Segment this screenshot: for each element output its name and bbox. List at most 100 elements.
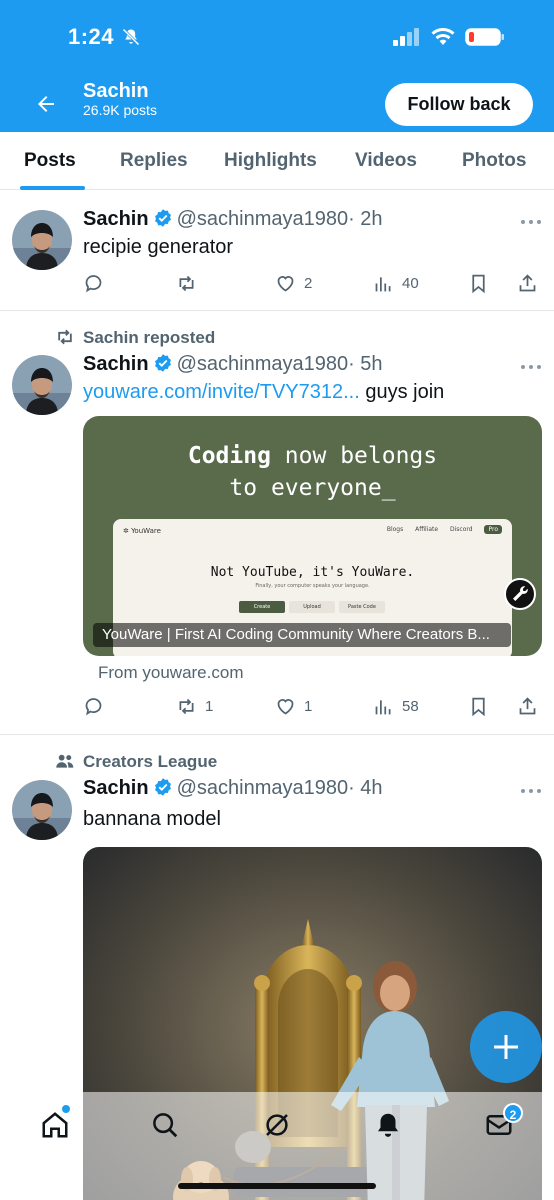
site-upload-button: Upload: [289, 601, 335, 613]
author-handle: @sachinmaya1980: [176, 777, 349, 799]
posts-count: 26.9K posts: [83, 102, 157, 118]
author-name[interactable]: Sachin: [83, 208, 149, 230]
compose-button[interactable]: [470, 1011, 542, 1083]
tab-replies[interactable]: Replies: [120, 150, 188, 172]
card-headline-rest: now belongs: [270, 443, 438, 469]
more-options-icon[interactable]: [520, 787, 542, 795]
repost-count: 1: [205, 697, 214, 715]
repost-button[interactable]: 1: [176, 693, 213, 719]
post-time: · 4h: [348, 777, 383, 799]
like-count: 1: [304, 697, 313, 715]
like-count: 2: [304, 274, 313, 292]
author-handle: @sachinmaya1980: [176, 208, 349, 230]
views-count: 58: [402, 697, 419, 715]
follow-back-button[interactable]: Follow back: [385, 83, 533, 126]
author-handle: @sachinmaya1980: [176, 353, 349, 375]
repost-icon: [58, 329, 72, 345]
reply-button[interactable]: [83, 693, 112, 719]
site-create-button: Create: [239, 601, 285, 613]
home-icon[interactable]: [40, 1110, 70, 1140]
repost-icon: [179, 698, 194, 714]
heart-icon: [277, 698, 294, 715]
post-text-suffix: guys join: [359, 381, 445, 403]
post[interactable]: Sachin @sachinmaya1980· 2h recipie genera…: [0, 190, 554, 311]
card-headline-bold: Coding: [187, 443, 271, 469]
site-subtitle: Finally, your computer speaks your langu…: [255, 583, 370, 589]
invite-link[interactable]: youware.com/invite/TVY7312...: [83, 381, 360, 403]
profile-header: 1:24 Sachin 26.9K posts Follow back: [0, 0, 554, 132]
battery-icon: [465, 28, 504, 46]
messages-badge: 2: [503, 1103, 523, 1123]
search-icon[interactable]: [150, 1110, 180, 1140]
site-nav: Blogs Affiliate Discord Pro: [387, 525, 502, 534]
share-icon: [519, 696, 536, 714]
views-button[interactable]: 58: [373, 693, 419, 719]
post-header: Sachin @sachinmaya1980· 4h: [83, 777, 383, 800]
reply-icon: [85, 697, 102, 715]
post-header: Sachin @sachinmaya1980· 5h: [83, 353, 383, 376]
verified-badge-icon: [154, 778, 171, 796]
post-time: · 5h: [348, 353, 383, 375]
link-domain: From youware.com: [98, 663, 244, 682]
repost-context: Sachin reposted: [55, 327, 215, 348]
like-button[interactable]: 2: [275, 270, 312, 296]
tool-icon: [504, 578, 536, 610]
reply-icon: [85, 274, 102, 292]
views-button[interactable]: 40: [373, 270, 419, 296]
like-button[interactable]: 1: [275, 693, 312, 719]
link-preview-card[interactable]: Coding now belongs to everyone_ ✲ YouWar…: [83, 416, 542, 656]
plus-icon: [494, 1035, 518, 1059]
grok-icon[interactable]: [262, 1110, 292, 1140]
more-options-icon[interactable]: [520, 218, 542, 226]
share-icon: [519, 273, 536, 291]
status-time: 1:24: [68, 24, 115, 49]
pro-badge: Pro: [484, 525, 502, 534]
post-actions: 2 40: [83, 270, 543, 296]
bookmark-button[interactable]: [468, 693, 489, 719]
profile-name: Sachin: [83, 80, 149, 102]
post-time: · 2h: [348, 208, 383, 230]
tab-highlights[interactable]: Highlights: [224, 150, 317, 172]
bookmark-icon: [472, 697, 485, 716]
author-name[interactable]: Sachin: [83, 777, 149, 799]
bookmark-button[interactable]: [468, 270, 489, 296]
avatar[interactable]: [12, 780, 72, 840]
avatar[interactable]: [12, 355, 72, 415]
heart-icon: [277, 275, 294, 292]
views-icon: [375, 276, 391, 291]
bookmark-icon: [472, 274, 485, 293]
repost-button[interactable]: [176, 270, 205, 296]
repost-context-label: Sachin reposted: [83, 328, 216, 347]
tab-posts[interactable]: Posts: [24, 150, 76, 172]
author-name[interactable]: Sachin: [83, 353, 149, 375]
post-text: recipie generator: [83, 236, 234, 258]
post-actions: 1 1 58: [83, 693, 543, 719]
profile-tabs: Posts Replies Highlights Videos Photos: [0, 132, 554, 190]
repost-icon: [179, 275, 194, 291]
tab-photos[interactable]: Photos: [462, 150, 526, 172]
site-title: Not YouTube, it's YouWare.: [210, 565, 415, 580]
post-text: youware.com/invite/TVY7312... guys join: [83, 381, 444, 404]
notifications-icon[interactable]: [373, 1110, 403, 1140]
post-header: Sachin @sachinmaya1980· 2h: [83, 208, 383, 231]
youware-logo: ✲ YouWare: [123, 527, 161, 535]
community-name[interactable]: Creators League: [83, 752, 217, 771]
community-icon: [56, 754, 74, 768]
bell-muted-icon: [122, 28, 140, 46]
reply-button[interactable]: [83, 270, 112, 296]
share-button[interactable]: [517, 693, 538, 719]
share-button[interactable]: [517, 270, 538, 296]
home-unread-dot: [62, 1105, 70, 1113]
site-paste-code-button: Paste Code: [339, 601, 385, 613]
site-nav-links: Blogs Affiliate Discord: [386, 526, 473, 533]
card-headline: Coding now belongs to everyone_: [83, 440, 542, 504]
card-caption: YouWare | First AI Coding Community Wher…: [93, 623, 511, 647]
post[interactable]: Sachin reposted Sachin @sachinmaya1980· 5…: [0, 311, 554, 735]
avatar[interactable]: [12, 210, 72, 270]
post-text: bannana model: [83, 808, 221, 830]
back-arrow-icon[interactable]: [34, 92, 58, 116]
views-count: 40: [402, 274, 419, 292]
more-options-icon[interactable]: [520, 363, 542, 371]
tab-videos[interactable]: Videos: [355, 150, 417, 172]
wifi-icon: [431, 28, 455, 45]
